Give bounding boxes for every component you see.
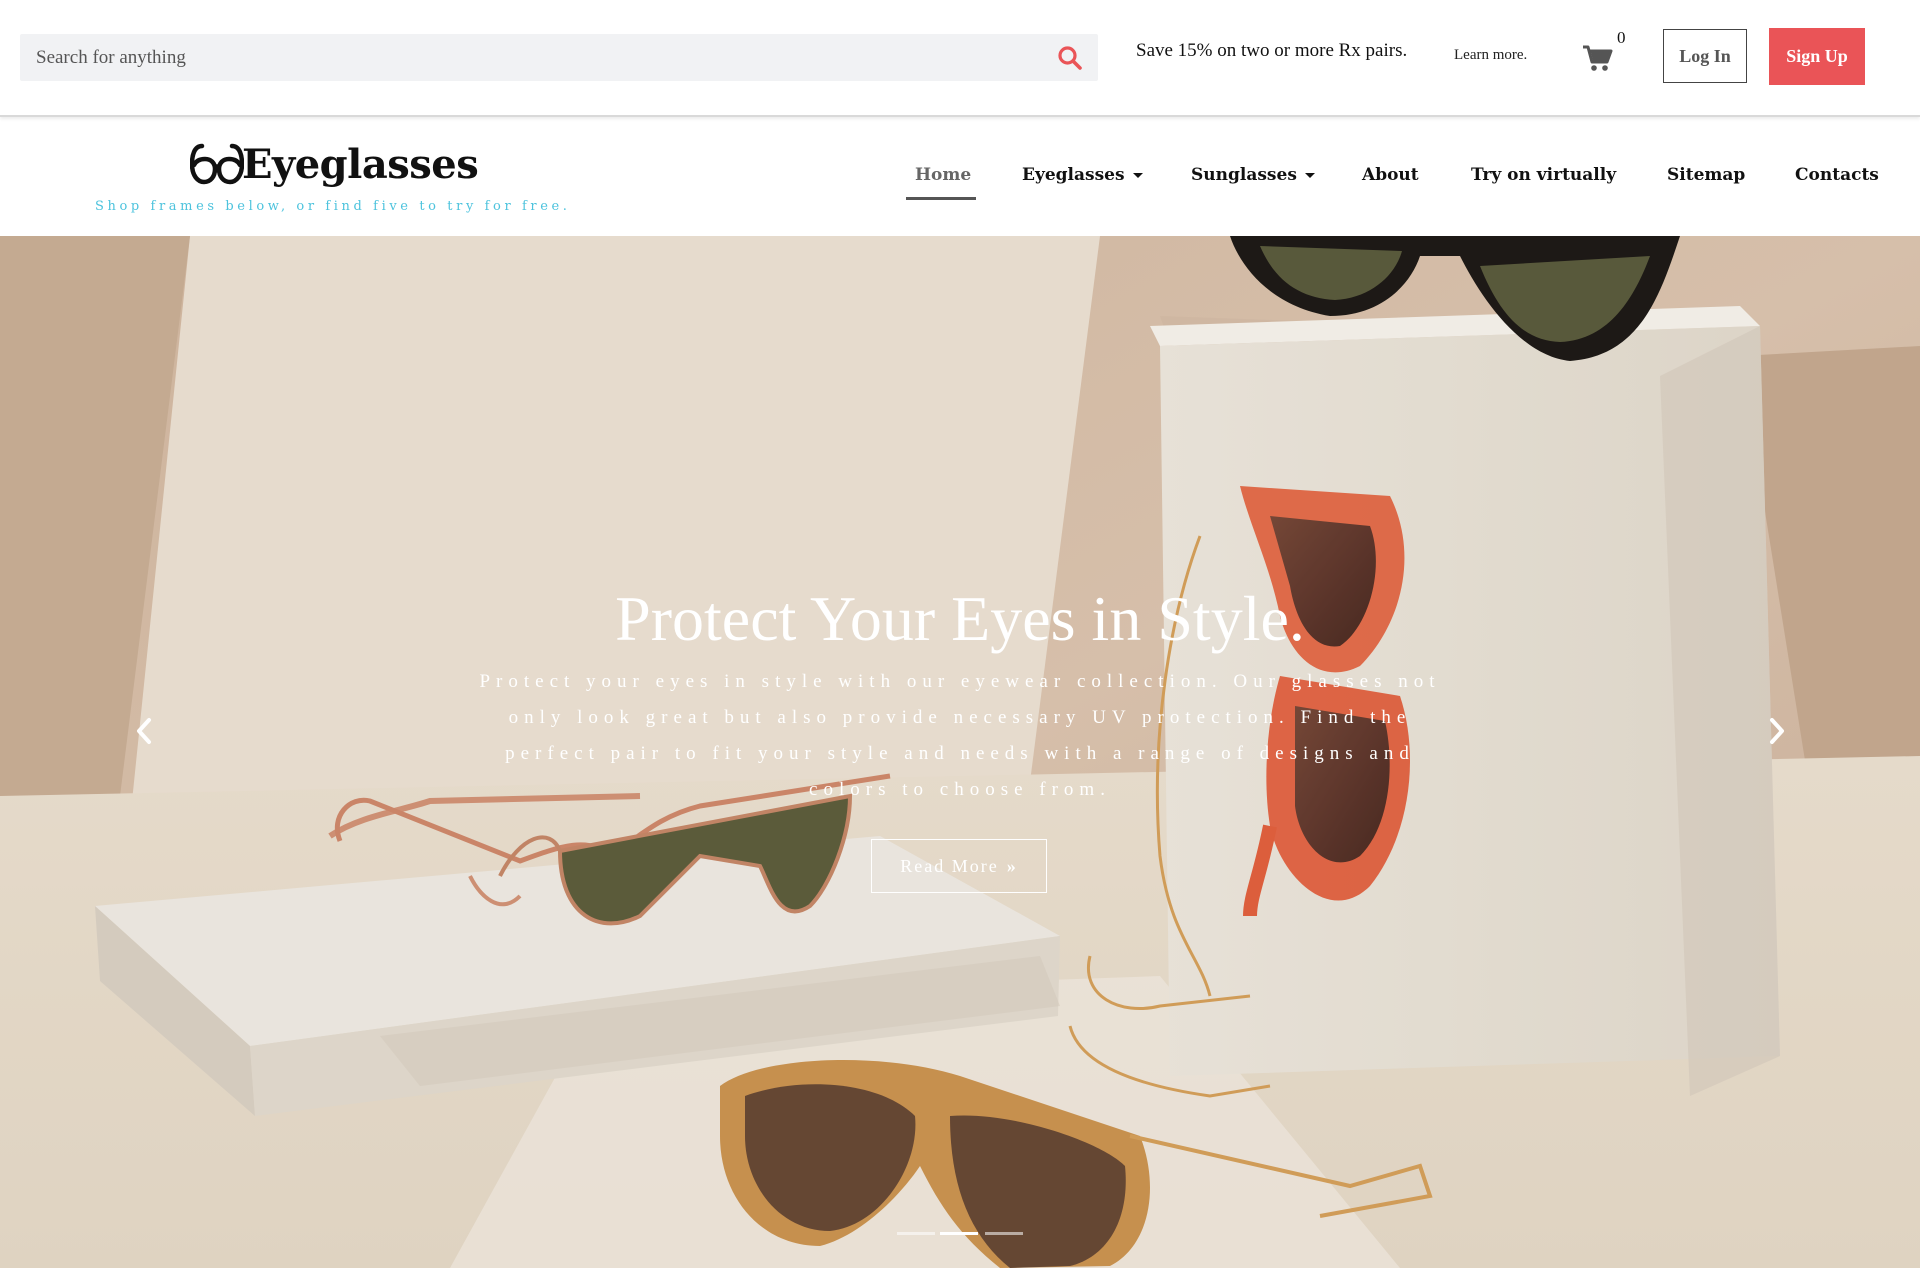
brand-name: Eyeglasses (242, 140, 479, 188)
top-bar: Save 15% on two or more Rx pairs. Learn … (0, 0, 1920, 117)
carousel-indicator-2[interactable] (940, 1232, 978, 1235)
nav-sunglasses[interactable]: Sunglasses (1191, 161, 1315, 189)
main-navbar: Eyeglasses Shop frames below, or find fi… (0, 117, 1920, 236)
cart-icon[interactable] (1582, 42, 1614, 74)
hero-title: Protect Your Eyes in Style. (615, 583, 1305, 654)
chevron-left-icon[interactable] (125, 706, 165, 756)
nav-contacts-label: Contacts (1795, 165, 1879, 185)
nav-try-on[interactable]: Try on virtually (1471, 161, 1616, 189)
brand-tagline: Shop frames below, or find five to try f… (95, 199, 571, 214)
nav-home[interactable]: Home (915, 161, 971, 189)
double-chevron-right-icon: » (1006, 855, 1018, 876)
search-bar (20, 34, 1098, 81)
login-button[interactable]: Log In (1663, 29, 1747, 83)
nav-sunglasses-label: Sunglasses (1191, 165, 1297, 185)
chevron-right-icon[interactable] (1756, 706, 1796, 756)
nav-eyeglasses-label: Eyeglasses (1022, 165, 1125, 185)
search-input[interactable] (20, 34, 1036, 81)
caret-down-icon (1132, 172, 1143, 178)
signup-button[interactable]: Sign Up (1769, 28, 1865, 85)
promo-text: Save 15% on two or more Rx pairs. (1136, 40, 1408, 61)
hero-description: Protect your eyes in style with our eyew… (479, 671, 1441, 800)
nav-contacts[interactable]: Contacts (1795, 161, 1879, 189)
nav-sitemap[interactable]: Sitemap (1667, 161, 1745, 189)
read-more-button[interactable]: Read More » (871, 839, 1047, 893)
nav-eyeglasses[interactable]: Eyeglasses (1022, 161, 1143, 189)
nav-about-label: About (1362, 165, 1419, 185)
nav-try-on-label: Try on virtually (1471, 165, 1617, 185)
cart-count-badge: 0 (1617, 28, 1626, 47)
learn-more-link[interactable]: Learn more. (1454, 47, 1527, 64)
nav-sitemap-label: Sitemap (1667, 165, 1746, 185)
search-icon[interactable] (1056, 44, 1084, 72)
nav-about[interactable]: About (1362, 161, 1419, 189)
page-bottom-strip (0, 1268, 1920, 1284)
hero-carousel: Protect Your Eyes in Style. Protect your… (0, 236, 1920, 1268)
nav-active-underline (906, 197, 976, 200)
carousel-indicator-1[interactable] (897, 1232, 935, 1235)
carousel-indicator-3[interactable] (985, 1232, 1023, 1235)
nav-home-label: Home (915, 165, 972, 185)
brand-logo[interactable]: Eyeglasses (190, 139, 479, 189)
read-more-label: Read More (900, 855, 999, 876)
caret-down-icon (1304, 172, 1315, 178)
glasses-icon (190, 143, 244, 185)
